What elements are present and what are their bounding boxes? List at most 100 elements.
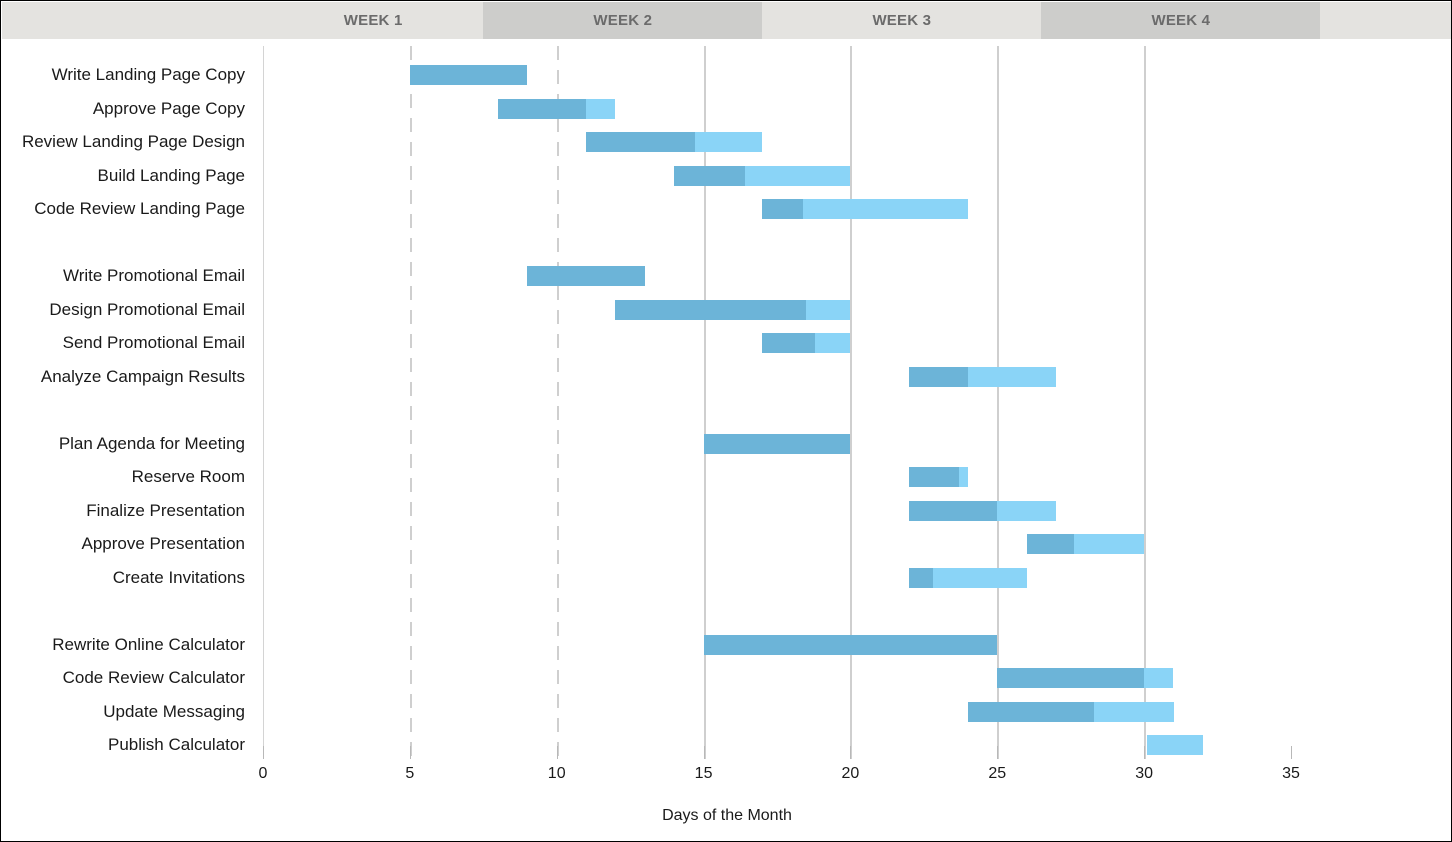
- week-band-2: WEEK 2: [483, 2, 763, 39]
- bar-segment-completed: [586, 132, 695, 152]
- bar-segment-remaining: [744, 165, 851, 186]
- bar-segment-completed: [409, 65, 528, 85]
- bar-segment-remaining: [967, 366, 1056, 387]
- gantt-chart: WEEK 1 WEEK 2 WEEK 3 WEEK 4 Write Landing P…: [0, 0, 1452, 842]
- bar-segment-remaining: [997, 500, 1056, 521]
- x-tick-15: [703, 746, 705, 759]
- bar-segment-completed: [527, 266, 645, 286]
- gantt-bar: [703, 433, 851, 454]
- task-label: Update Messaging: [103, 701, 245, 721]
- gantt-bar: [762, 199, 968, 219]
- gantt-bar: [703, 634, 998, 655]
- bar-segment-remaining: [803, 199, 968, 219]
- bar-segment-remaining: [806, 299, 851, 320]
- task-label: Rewrite Online Calculator: [52, 634, 245, 654]
- bar-segment-completed: [703, 433, 851, 454]
- week-label: WEEK 4: [1151, 12, 1211, 29]
- gantt-bar: [1026, 534, 1145, 554]
- gridline-day-10: [556, 46, 559, 759]
- x-axis-line: [263, 759, 1438, 760]
- gantt-bar: [762, 333, 851, 353]
- task-label: Plan Agenda for Meeting: [58, 433, 245, 453]
- bar-segment-completed: [909, 500, 998, 521]
- bar-segment-remaining: [694, 132, 763, 152]
- header-underline: [2, 39, 1451, 42]
- bar-segment-completed: [967, 701, 1095, 722]
- bar-segment-completed: [497, 98, 587, 119]
- task-label: Code Review Calculator: [62, 668, 245, 687]
- gantt-bar: [997, 668, 1174, 688]
- task-label: Reserve Room: [131, 467, 245, 486]
- x-tick-label: 25: [988, 765, 1007, 782]
- gridline-day-25: [997, 46, 1000, 759]
- gantt-bar: [909, 366, 1056, 387]
- bar-segment-completed: [674, 165, 745, 186]
- x-tick-label: 35: [1282, 765, 1300, 782]
- gantt-bar: [909, 567, 1027, 588]
- bar-segment-completed: [909, 467, 960, 487]
- bar-segment-completed: [1026, 534, 1074, 554]
- bar-segment-completed: [703, 634, 998, 655]
- week-label: WEEK 3: [872, 12, 932, 29]
- bar-segment-remaining: [586, 98, 616, 119]
- x-tick-label: 20: [841, 765, 860, 782]
- x-axis-title: Days of the Month: [662, 807, 792, 824]
- x-tick-label: 0: [258, 765, 268, 782]
- task-label: Code Review Landing Page: [34, 199, 245, 218]
- task-label: Design Promotional Email: [49, 299, 245, 319]
- gantt-bar: [586, 132, 763, 152]
- task-label: Finalize Presentation: [86, 500, 245, 520]
- gridline-day-5: [409, 46, 412, 759]
- bar-segment-remaining: [1144, 668, 1174, 688]
- gantt-bar: [909, 500, 1056, 521]
- task-label-column: Write Landing Page Copy Approve Page Copy…: [1, 46, 253, 759]
- bar-segment-remaining: [815, 333, 851, 353]
- gridline-day-30: [1144, 46, 1147, 759]
- task-label: Write Promotional Email: [62, 266, 245, 285]
- task-label: Review Landing Page Design: [21, 132, 245, 151]
- task-label: Approve Presentation: [81, 534, 246, 553]
- x-tick-30: [1144, 746, 1146, 759]
- bar-segment-remaining: [1147, 735, 1203, 755]
- task-label: Approve Page Copy: [92, 98, 245, 118]
- gantt-bar: [409, 65, 528, 85]
- gantt-bar: [1147, 735, 1203, 755]
- task-label: Build Landing Page: [97, 165, 245, 185]
- week-band-1: WEEK 1: [263, 2, 484, 39]
- week-header-bar: WEEK 1 WEEK 2 WEEK 3 WEEK 4: [2, 2, 1451, 39]
- x-tick-0: [263, 746, 264, 759]
- bar-segment-completed: [762, 199, 804, 219]
- week-label: WEEK 2: [593, 12, 653, 29]
- bar-segment-completed: [997, 668, 1145, 688]
- bar-segment-completed: [909, 366, 968, 387]
- bar-segment-completed: [615, 299, 807, 320]
- task-label: Publish Calculator: [107, 735, 245, 754]
- task-label: Write Landing Page Copy: [51, 65, 245, 84]
- x-tick-20: [850, 746, 852, 759]
- plot-area: [263, 46, 1438, 759]
- bar-segment-completed: [909, 567, 933, 588]
- gantt-bar: [527, 266, 645, 286]
- task-label: Analyze Campaign Results: [40, 366, 245, 386]
- bar-segment-remaining: [932, 567, 1027, 588]
- task-label: Send Promotional Email: [62, 333, 245, 352]
- x-tick-25: [997, 746, 999, 759]
- week-band-3: WEEK 3: [762, 2, 1042, 39]
- x-tick-label: 5: [405, 765, 415, 782]
- week-band-4: WEEK 4: [1041, 2, 1321, 39]
- x-tick-10: [556, 746, 558, 759]
- x-tick-label: 10: [547, 765, 566, 782]
- gantt-bar: [497, 98, 616, 119]
- gantt-bar: [967, 701, 1174, 722]
- gantt-bar: [674, 165, 851, 186]
- x-tick-label: 30: [1135, 765, 1154, 782]
- x-tick-label: 15: [694, 765, 713, 782]
- x-tick-35: [1291, 746, 1292, 759]
- bar-segment-remaining: [1094, 701, 1174, 722]
- bar-segment-completed: [762, 333, 816, 353]
- task-label: Create Invitations: [112, 567, 245, 587]
- x-tick-5: [409, 746, 411, 759]
- week-label: WEEK 1: [343, 12, 403, 29]
- bar-segment-remaining: [1073, 534, 1145, 554]
- bar-segment-remaining: [959, 467, 968, 487]
